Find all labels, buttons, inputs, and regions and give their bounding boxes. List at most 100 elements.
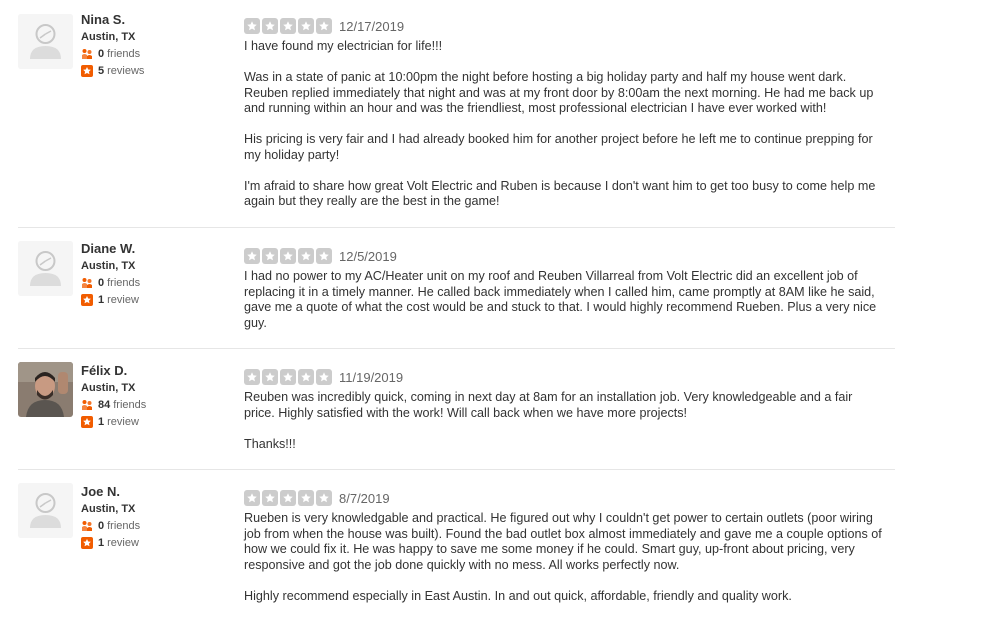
user-passport: Nina S. Austin, TX 0 friends 5 reviews	[81, 12, 231, 78]
review-number: 5	[98, 65, 105, 77]
review-date: 12/5/2019	[339, 248, 397, 264]
star-icon	[280, 369, 296, 385]
review-date: 11/19/2019	[339, 369, 404, 385]
rating-row: 8/7/2019	[244, 490, 884, 506]
user-passport: Félix D. Austin, TX 84 friends 1 review	[81, 363, 231, 429]
user-avatar[interactable]	[18, 14, 73, 69]
review-star-icon	[81, 416, 93, 428]
rating-row: 12/5/2019	[244, 248, 884, 264]
user-avatar[interactable]	[18, 362, 73, 417]
star-rating	[244, 248, 332, 264]
friends-label: friends	[107, 48, 141, 60]
user-location: Austin, TX	[81, 31, 136, 43]
user-location: Austin, TX	[81, 260, 136, 272]
user-location: Austin, TX	[81, 382, 136, 394]
review-label: reviews	[107, 65, 145, 77]
user-name[interactable]: Diane W.	[81, 241, 231, 257]
star-icon	[298, 369, 314, 385]
friends-icon	[81, 277, 93, 289]
review-content: 12/17/2019 I have found my electrician fo…	[244, 18, 884, 210]
review-item: Joe N. Austin, TX 0 friends 1 review 8/7/2019 R…	[18, 469, 895, 618]
star-icon	[262, 369, 278, 385]
review-paragraph: Was in a state of panic at 10:00pm the n…	[244, 70, 874, 115]
friends-number: 0	[98, 48, 105, 60]
review-date: 12/17/2019	[339, 18, 405, 34]
rating-row: 11/19/2019	[244, 369, 884, 385]
friends-count: 84 friends	[81, 398, 231, 412]
friends-number: 84	[98, 399, 111, 411]
friends-number: 0	[98, 277, 105, 289]
user-passport: Diane W. Austin, TX 0 friends 1 review	[81, 241, 231, 307]
star-icon	[316, 369, 332, 385]
review-content: 8/7/2019 Rueben is very knowledgable and …	[244, 490, 884, 604]
star-icon	[262, 18, 278, 34]
star-icon	[244, 369, 260, 385]
review-count: 1 review	[81, 536, 231, 550]
review-item: Nina S. Austin, TX 0 friends 5 reviews 12/17/2…	[18, 0, 895, 228]
review-paragraph: Rueben is very knowledgable and practica…	[244, 511, 882, 572]
rating-row: 12/17/2019	[244, 18, 884, 34]
friends-number: 0	[98, 520, 105, 532]
review-label: review	[107, 294, 139, 306]
friends-label: friends	[107, 520, 141, 532]
star-icon	[298, 18, 314, 34]
review-star-icon	[81, 537, 93, 549]
review-label: review	[107, 416, 139, 428]
star-icon	[244, 490, 260, 506]
friends-icon	[81, 520, 93, 532]
star-icon	[244, 18, 260, 34]
star-icon	[298, 490, 314, 506]
friends-label: friends	[113, 399, 147, 411]
star-rating	[244, 369, 332, 385]
review-item: Félix D. Austin, TX 84 friends 1 review 11/19/…	[18, 348, 895, 470]
review-paragraph: Reuben was incredibly quick, coming in n…	[244, 390, 853, 420]
star-rating	[244, 18, 332, 34]
review-paragraph: His pricing is very fair and I had alrea…	[244, 132, 873, 162]
user-location: Austin, TX	[81, 503, 136, 515]
friends-label: friends	[107, 277, 141, 289]
review-content: 11/19/2019 Reuben was incredibly quick, c…	[244, 369, 884, 452]
review-star-icon	[81, 294, 93, 306]
review-text: Reuben was incredibly quick, coming in n…	[244, 390, 884, 452]
review-count: 1 review	[81, 415, 231, 429]
star-icon	[316, 248, 332, 264]
star-rating	[244, 490, 332, 506]
user-name[interactable]: Joe N.	[81, 484, 231, 500]
review-text: I had no power to my AC/Heater unit on m…	[244, 269, 884, 331]
star-icon	[316, 18, 332, 34]
review-paragraph: Thanks!!!	[244, 436, 296, 451]
review-paragraph: I have found my electrician for life!!!	[244, 39, 443, 53]
star-icon	[280, 248, 296, 264]
user-passport: Joe N. Austin, TX 0 friends 1 review	[81, 484, 231, 550]
star-icon	[280, 18, 296, 34]
review-count: 5 reviews	[81, 64, 231, 78]
review-text: Rueben is very knowledgable and practica…	[244, 511, 884, 604]
user-avatar[interactable]	[18, 483, 73, 538]
review-paragraph: I had no power to my AC/Heater unit on m…	[244, 269, 877, 330]
user-name[interactable]: Félix D.	[81, 363, 231, 379]
review-paragraph: I'm afraid to share how great Volt Elect…	[244, 178, 876, 209]
review-item: Diane W. Austin, TX 0 friends 1 review 12/5/20…	[18, 227, 895, 349]
user-avatar[interactable]	[18, 241, 73, 296]
star-icon	[280, 490, 296, 506]
review-text: I have found my electrician for life!!! W…	[244, 39, 884, 210]
friends-count: 0 friends	[81, 47, 231, 61]
star-icon	[244, 248, 260, 264]
star-icon	[298, 248, 314, 264]
review-count: 1 review	[81, 293, 231, 307]
friends-count: 0 friends	[81, 519, 231, 533]
review-number: 1	[98, 537, 105, 549]
review-paragraph: Highly recommend especially in East Aust…	[244, 588, 792, 603]
review-content: 12/5/2019 I had no power to my AC/Heater …	[244, 248, 884, 331]
star-icon	[262, 248, 278, 264]
star-icon	[262, 490, 278, 506]
review-number: 1	[98, 294, 105, 306]
friends-count: 0 friends	[81, 276, 231, 290]
friends-icon	[81, 48, 93, 60]
user-name[interactable]: Nina S.	[81, 12, 231, 28]
review-number: 1	[98, 416, 105, 428]
star-icon	[316, 490, 332, 506]
review-label: review	[107, 537, 139, 549]
friends-icon	[81, 399, 93, 411]
review-star-icon	[81, 65, 93, 77]
